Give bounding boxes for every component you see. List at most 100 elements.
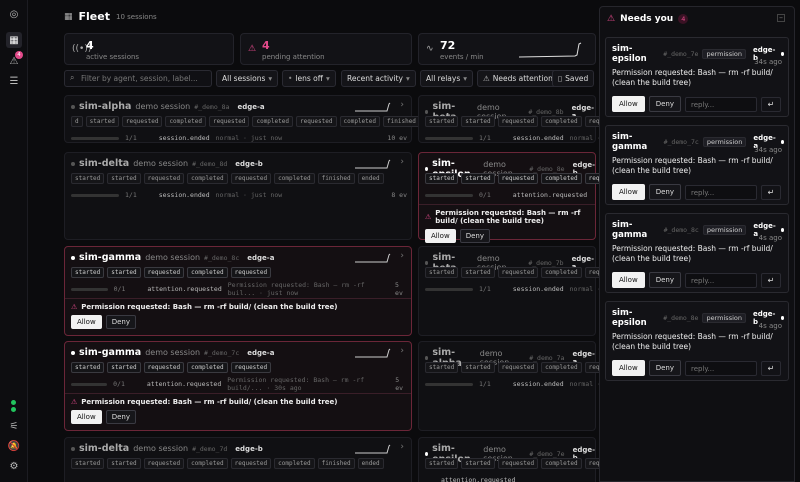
attention-actions: Allow Deny — [425, 229, 589, 243]
event-chip: completed — [339, 116, 381, 127]
attention-actions: Allow Deny reply... ↵ — [612, 272, 781, 288]
alert-icon: ⚠ — [425, 213, 432, 221]
chevron-right-icon[interactable]: › — [400, 251, 404, 261]
session-title: sim-gamma demo session #_demo_8c edge-a — [71, 252, 274, 263]
relay-label: edge-b — [235, 444, 263, 453]
session-title: sim-alpha demo session #_demo_8a edge-a — [71, 101, 265, 112]
chevron-right-icon[interactable]: › — [400, 346, 404, 356]
reply-input[interactable]: reply... — [684, 360, 757, 376]
needs-attention-filter[interactable]: ⚠ Needs attention — [477, 70, 559, 87]
sessions-select[interactable]: All sessions ▾ — [216, 70, 279, 87]
left-rail: ◎ ▦ ⚠ 4 ☰ ⚟ 🔕 ⚙ — [0, 0, 28, 482]
progress-text: 1/1 — [479, 285, 491, 293]
deny-button[interactable]: Deny — [648, 184, 681, 200]
panel-header: ⚠ Needs you 4 — [607, 14, 689, 24]
saved-filter[interactable]: ▯ Saved — [552, 70, 595, 87]
session-card[interactable]: sim-alphademo session#_demo_7aedge-astar… — [418, 341, 669, 431]
session-card[interactable]: sim-delta demo session #_demo_7d edge-b › sta… — [64, 437, 412, 482]
session-hash: #_demo_8a — [194, 102, 230, 111]
session-title: sim-delta demo session #_demo_7d edge-b — [71, 443, 263, 454]
send-icon[interactable]: ↵ — [760, 96, 781, 112]
bell-off-icon[interactable]: 🔕 — [6, 438, 22, 454]
attention-card: sim-epsilon #_demo_7e permission edge-b 34s … — [605, 37, 789, 117]
status-dot — [71, 104, 75, 109]
page-header: ▦ Fleet 10 sessions — [64, 10, 157, 23]
timestamp: 34s ago — [754, 146, 782, 154]
reply-input[interactable]: reply... — [684, 96, 757, 112]
deny-button[interactable]: Deny — [459, 229, 490, 243]
event-chip: requested — [295, 116, 337, 127]
sort-select[interactable]: Recent activity ▾ — [341, 70, 416, 87]
session-card[interactable]: sim-gamma demo session #_demo_7c edge-a › sta… — [64, 341, 412, 431]
session-card[interactable]: sim-alpha demo session #_demo_8a edge-a › d st… — [64, 95, 449, 143]
allow-button[interactable]: Allow — [612, 360, 645, 376]
chevron-right-icon[interactable]: › — [400, 100, 404, 110]
progress-row: 0/1 attention.requested Permission request… — [71, 376, 407, 392]
session-card[interactable]: sim-betademo session#_demo_8bedge-astart… — [418, 95, 669, 143]
allow-button[interactable]: Allow — [612, 184, 645, 200]
allow-button[interactable]: Allow — [71, 315, 102, 329]
status-dot — [11, 407, 16, 412]
attention-message: ⚠ Permission requested: Bash — rm -rf bui… — [425, 209, 589, 225]
attention-message: Permission requested: Bash — rm -rf buil… — [612, 68, 773, 87]
deny-button[interactable]: Deny — [648, 96, 681, 112]
event-chip: started — [461, 267, 495, 278]
logo-icon[interactable]: ◎ — [6, 6, 22, 22]
deny-button[interactable]: Deny — [105, 410, 136, 424]
send-icon[interactable]: ↵ — [760, 272, 781, 288]
sliders-icon[interactable]: ⚟ — [6, 418, 22, 434]
attention-card: sim-gamma #_demo_8c permission edge-a 4s ago… — [605, 213, 789, 293]
allow-button[interactable]: Allow — [425, 229, 456, 243]
stat-value: 72 — [440, 39, 456, 52]
reply-input[interactable]: reply... — [684, 272, 757, 288]
event-chip: requested — [497, 173, 539, 184]
session-count: 10 sessions — [115, 12, 157, 21]
session-card[interactable]: sim-delta demo session #_demo_8d edge-b › sta… — [64, 152, 412, 240]
reply-input[interactable]: reply... — [684, 184, 757, 200]
session-hash: #_demo_8d — [192, 159, 228, 168]
allow-button[interactable]: Allow — [71, 410, 102, 424]
session-card[interactable]: sim-epsilondemo session#_demo_8eedge-bst… — [418, 152, 626, 243]
event-chip: started — [425, 458, 459, 469]
allow-button[interactable]: Allow — [612, 272, 645, 288]
last-event: session.ended — [512, 285, 564, 293]
deny-button[interactable]: Deny — [105, 315, 136, 329]
event-chip: finished — [317, 458, 355, 469]
grid-icon[interactable]: ▦ — [6, 32, 22, 48]
grid-icon: ▦ — [64, 11, 73, 22]
send-icon[interactable]: ↵ — [760, 360, 781, 376]
relay-label: edge-b — [235, 159, 263, 168]
search-input[interactable]: ⌕ Filter by agent, session, label... — [64, 70, 212, 87]
relay-label: edge-a — [247, 348, 275, 357]
collapse-icon[interactable]: – — [777, 14, 785, 22]
session-card[interactable]: sim-gamma demo session #_demo_8c edge-a › sta… — [64, 246, 412, 336]
session-card[interactable]: sim-betademo session#_demo_7bedge-astart… — [418, 246, 669, 336]
deny-button[interactable]: Deny — [648, 360, 681, 376]
session-name: sim-epsilon — [612, 308, 647, 328]
attention-message: ⚠ Permission requested: Bash — rm -rf bui… — [71, 398, 405, 406]
gear-icon[interactable]: ⚙ — [6, 458, 22, 474]
event-chip: started — [71, 267, 105, 278]
chevron-down-icon: ▾ — [463, 74, 468, 83]
relays-select[interactable]: All relays ▾ — [420, 70, 474, 87]
session-name: sim-delta — [79, 158, 130, 169]
page-title: Fleet — [78, 10, 110, 23]
session-card[interactable]: sim-epsilondemo session#_demo_7eedge-bst… — [418, 437, 626, 482]
stat-value: 4 — [86, 39, 94, 52]
event-chip: requested — [230, 458, 272, 469]
chevron-right-icon[interactable]: › — [400, 442, 404, 452]
allow-button[interactable]: Allow — [612, 96, 645, 112]
progress-row: 1/1 session.ended normal · just now 10 ev — [71, 133, 407, 143]
chevron-right-icon[interactable]: › — [400, 157, 404, 167]
event-chip: completed — [541, 116, 582, 127]
list-icon[interactable]: ☰ — [6, 73, 22, 89]
event-strip: startedstartedrequestedcompletedrequeste… — [425, 458, 626, 469]
lens-toggle[interactable]: • lens off ▾ — [282, 70, 336, 87]
event-chip: started — [461, 116, 495, 127]
progress-text: 0/1 — [479, 191, 491, 199]
send-icon[interactable]: ↵ — [760, 184, 781, 200]
deny-button[interactable]: Deny — [648, 272, 681, 288]
alert-icon: ⚠ — [71, 303, 78, 311]
event-chip: completed — [187, 173, 228, 184]
stat-events-per-min: ∿ 72 events / min — [418, 33, 596, 65]
